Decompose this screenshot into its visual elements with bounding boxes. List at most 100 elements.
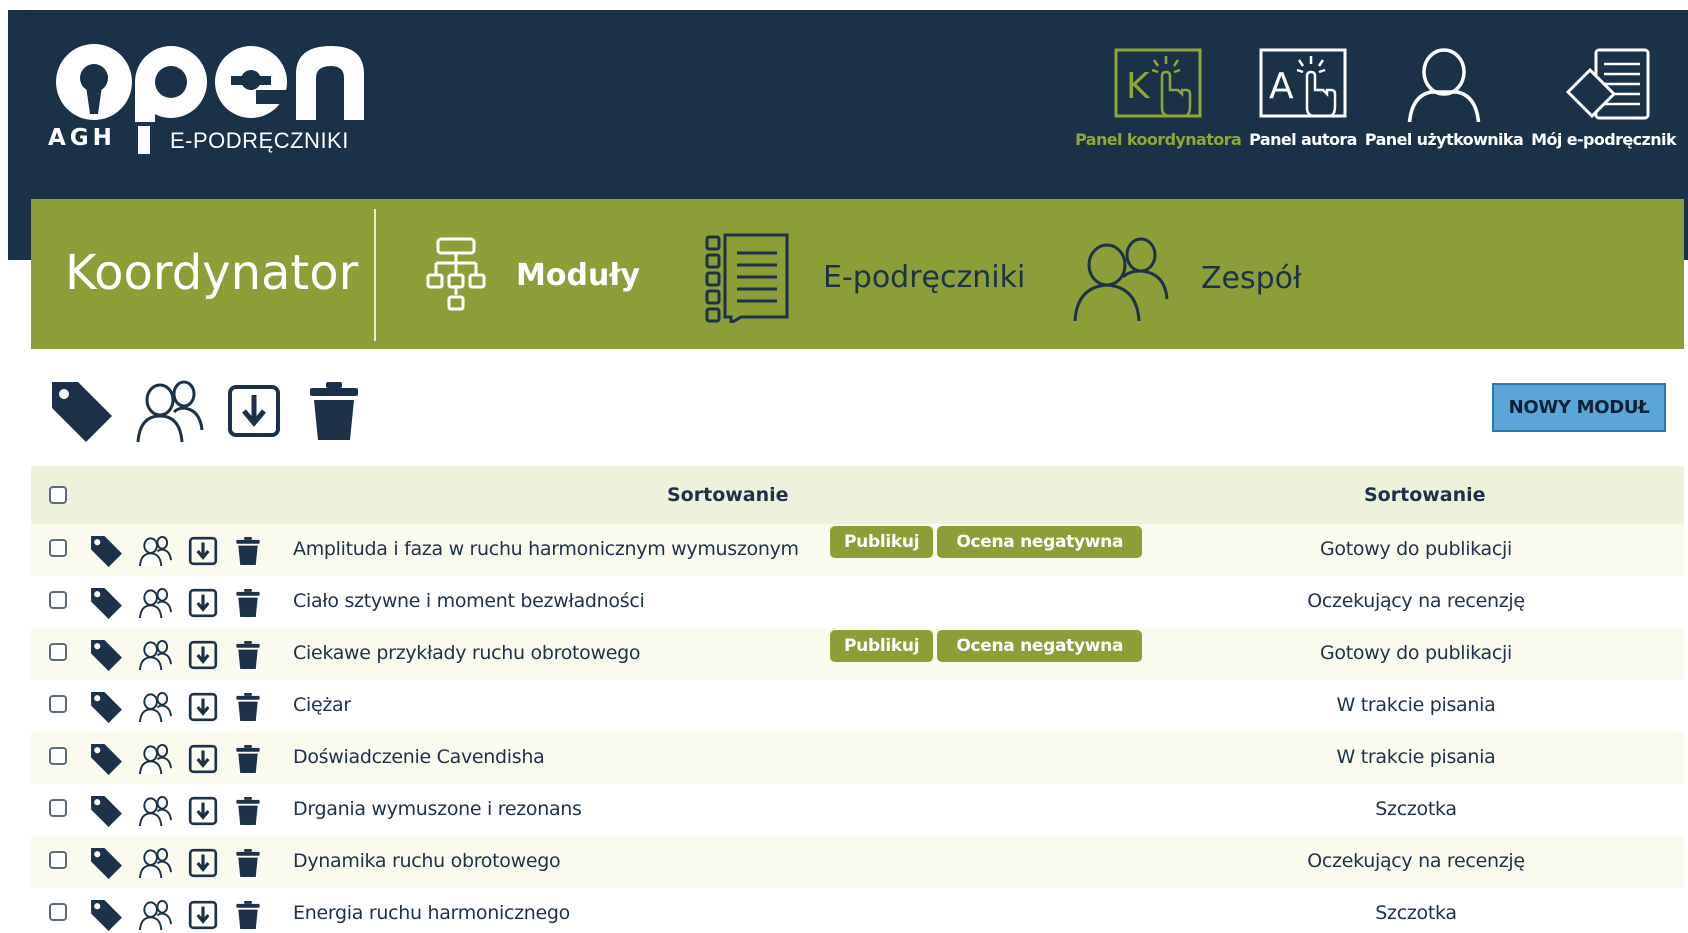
module-status: Oczekujący na recenzję	[1307, 850, 1525, 872]
panel-author-label: Panel autora	[1249, 130, 1357, 149]
users-icon[interactable]	[137, 639, 173, 671]
logo-subtitle: E-PODRĘCZNIKI	[170, 128, 349, 153]
users-icon[interactable]	[137, 743, 173, 775]
trash-icon[interactable]	[233, 795, 263, 827]
logo-divider	[138, 126, 150, 154]
download-icon[interactable]	[224, 381, 284, 441]
nav-item-modules-label: Moduły	[516, 257, 640, 293]
users-icon[interactable]	[137, 535, 173, 567]
panel-my-textbook[interactable]: Mój e-podręcznik	[1531, 46, 1677, 149]
trash-icon[interactable]	[233, 535, 263, 567]
module-title[interactable]: Drgania wymuszone i rezonans	[293, 798, 582, 820]
row-checkbox[interactable]	[49, 747, 67, 765]
module-title[interactable]: Ciekawe przykłady ruchu obrotowego	[293, 642, 641, 664]
trash-icon[interactable]	[304, 378, 364, 444]
negative-review-button[interactable]: Ocena negatywna	[937, 630, 1143, 662]
users-icon[interactable]	[137, 847, 173, 879]
row-actions	[89, 638, 263, 672]
download-icon[interactable]	[187, 587, 219, 619]
coordinator-panel-icon: K	[1114, 48, 1202, 118]
panel-author[interactable]: A Panel autora	[1249, 46, 1357, 149]
users-icon[interactable]	[137, 587, 173, 619]
trash-icon[interactable]	[233, 847, 263, 879]
module-status: Gotowy do publikacji	[1319, 538, 1512, 560]
table-row: Ciężar W trakcie pisania	[31, 680, 1684, 732]
row-checkbox[interactable]	[49, 591, 67, 609]
panel-switcher: K Panel koordynatora A Panel autora Pane…	[1075, 46, 1677, 149]
row-review-actions: Publikuj Ocena negatywna	[830, 630, 1143, 662]
trash-icon[interactable]	[233, 899, 263, 931]
download-icon[interactable]	[187, 639, 219, 671]
select-all-checkbox[interactable]	[49, 486, 67, 504]
textbooks-icon	[705, 233, 789, 323]
sort-status-header[interactable]: Sortowanie	[1364, 484, 1486, 506]
trash-icon[interactable]	[233, 639, 263, 671]
download-icon[interactable]	[187, 847, 219, 879]
row-checkbox[interactable]	[49, 903, 67, 921]
module-status: W trakcie pisania	[1336, 694, 1496, 716]
tag-icon[interactable]	[89, 586, 123, 620]
nav-item-modules[interactable]: Moduły	[426, 237, 640, 313]
module-title[interactable]: Amplituda i faza w ruchu harmonicznym wy…	[293, 538, 799, 560]
row-actions	[89, 794, 263, 828]
tag-icon[interactable]	[89, 846, 123, 880]
trash-icon[interactable]	[233, 691, 263, 723]
trash-icon[interactable]	[233, 743, 263, 775]
modules-icon	[426, 237, 486, 311]
panel-user[interactable]: Panel użytkownika	[1365, 46, 1524, 149]
module-title[interactable]: Ciężar	[293, 694, 351, 716]
user-panel-icon	[1407, 48, 1481, 122]
module-title[interactable]: Energia ruchu harmonicznego	[293, 902, 570, 924]
module-status: Szczotka	[1375, 798, 1457, 820]
publish-button[interactable]: Publikuj	[830, 526, 934, 558]
download-icon[interactable]	[187, 899, 219, 931]
module-status: Gotowy do publikacji	[1319, 642, 1512, 664]
logo-agh: AGH	[48, 125, 116, 151]
table-body: Amplituda i faza w ruchu harmonicznym wy…	[31, 524, 1684, 933]
publish-button[interactable]: Publikuj	[830, 630, 934, 662]
tag-icon[interactable]	[89, 898, 123, 932]
sort-title-header[interactable]: Sortowanie	[667, 484, 789, 506]
author-panel-icon: A	[1259, 48, 1347, 118]
trash-icon[interactable]	[233, 587, 263, 619]
tag-icon[interactable]	[89, 638, 123, 672]
row-checkbox[interactable]	[49, 851, 67, 869]
row-checkbox[interactable]	[49, 539, 67, 557]
row-actions	[89, 846, 263, 880]
panel-coordinator[interactable]: K Panel koordynatora	[1075, 46, 1242, 149]
users-icon[interactable]	[137, 795, 173, 827]
my-textbook-icon	[1565, 48, 1650, 120]
svg-text:K: K	[1126, 66, 1151, 107]
users-icon[interactable]	[137, 899, 173, 931]
row-checkbox[interactable]	[49, 799, 67, 817]
tag-icon[interactable]	[89, 534, 123, 568]
tag-icon[interactable]	[48, 378, 114, 444]
nav-item-textbooks[interactable]: E-podręczniki	[703, 231, 1025, 323]
users-icon[interactable]	[134, 378, 204, 444]
tag-icon[interactable]	[89, 794, 123, 828]
module-title[interactable]: Dynamika ruchu obrotowego	[293, 850, 561, 872]
panel-coordinator-label: Panel koordynatora	[1075, 130, 1242, 149]
row-checkbox[interactable]	[49, 643, 67, 661]
users-icon[interactable]	[137, 691, 173, 723]
download-icon[interactable]	[187, 535, 219, 567]
tag-icon[interactable]	[89, 690, 123, 724]
download-icon[interactable]	[187, 691, 219, 723]
row-actions	[89, 742, 263, 776]
tag-icon[interactable]	[89, 742, 123, 776]
module-status: W trakcie pisania	[1336, 746, 1496, 768]
new-module-button[interactable]: NOWY MODUŁ	[1492, 383, 1666, 432]
row-checkbox[interactable]	[49, 695, 67, 713]
module-title[interactable]: Doświadczenie Cavendisha	[293, 746, 545, 768]
modules-table: Sortowanie Sortowanie Amplituda i faza w…	[31, 466, 1684, 933]
section-nav: Koordynator Moduły E-podręczniki Zespół	[31, 199, 1684, 349]
download-icon[interactable]	[187, 795, 219, 827]
negative-review-button[interactable]: Ocena negatywna	[937, 526, 1143, 558]
table-row: Drgania wymuszone i rezonans Szczotka	[31, 784, 1684, 836]
table-row: Ciało sztywne i moment bezwładności Ocze…	[31, 576, 1684, 628]
download-icon[interactable]	[187, 743, 219, 775]
table-header: Sortowanie Sortowanie	[31, 466, 1684, 524]
nav-item-team[interactable]: Zespół	[1071, 235, 1302, 321]
module-title[interactable]: Ciało sztywne i moment bezwładności	[293, 590, 645, 612]
team-icon	[1073, 237, 1169, 321]
